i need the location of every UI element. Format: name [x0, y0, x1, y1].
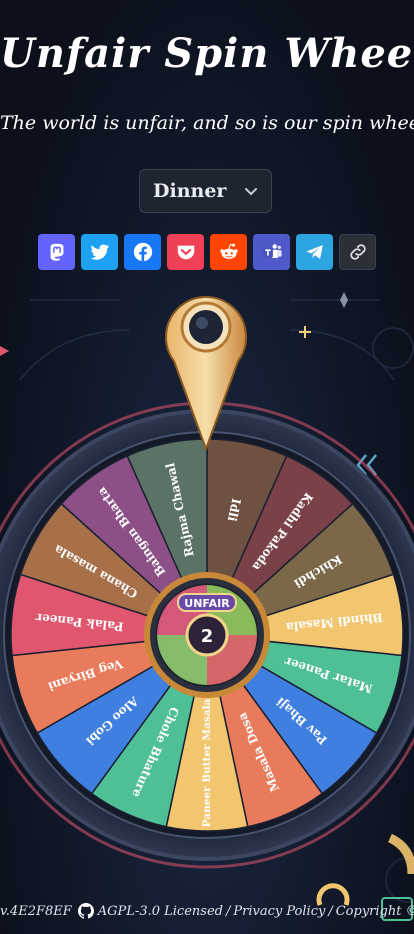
footer-copyright: Copyright © 2 — [335, 903, 414, 919]
wheel-segment-label: Paneer Butter Masala — [201, 699, 213, 828]
footer-version[interactable]: v.4E2F8EF — [0, 904, 72, 919]
hub-number: 2 — [201, 626, 214, 647]
footer-privacy-link[interactable]: Privacy Policy — [233, 904, 325, 919]
share-telegram-button[interactable] — [296, 234, 333, 270]
hub-badge-text: UNFAIR — [184, 597, 230, 610]
link-icon — [349, 244, 366, 260]
chevron-down-icon — [245, 188, 257, 196]
footer-license-link[interactable]: AGPL-3.0 Licensed — [98, 904, 223, 919]
mastodon-icon — [50, 243, 63, 261]
github-icon[interactable] — [77, 903, 94, 919]
copy-link-button[interactable] — [339, 234, 376, 270]
share-twitter-button[interactable] — [81, 234, 118, 270]
share-mastodon-button[interactable] — [38, 234, 75, 270]
share-facebook-button[interactable] — [124, 234, 161, 270]
telegram-icon — [305, 245, 323, 259]
category-select[interactable]: Dinner — [139, 169, 272, 213]
share-pocket-button[interactable] — [167, 234, 204, 270]
share-teams-button[interactable] — [253, 234, 290, 270]
share-buttons — [38, 234, 376, 270]
teams-icon — [262, 244, 282, 258]
footer: v.4E2F8EF AGPL-3.0 Licensed / Privacy Po… — [0, 897, 414, 925]
share-reddit-button[interactable] — [210, 234, 247, 270]
facebook-icon — [133, 242, 152, 262]
wheel-pointer — [165, 296, 247, 451]
twitter-icon — [90, 244, 109, 260]
reddit-icon — [219, 243, 238, 259]
pocket-icon — [177, 245, 194, 260]
page-title: Unfair Spin Wheel — [0, 30, 414, 77]
category-select-value: Dinner — [153, 180, 227, 202]
page-subtitle: The world is unfair, and so is our spin … — [0, 112, 414, 134]
